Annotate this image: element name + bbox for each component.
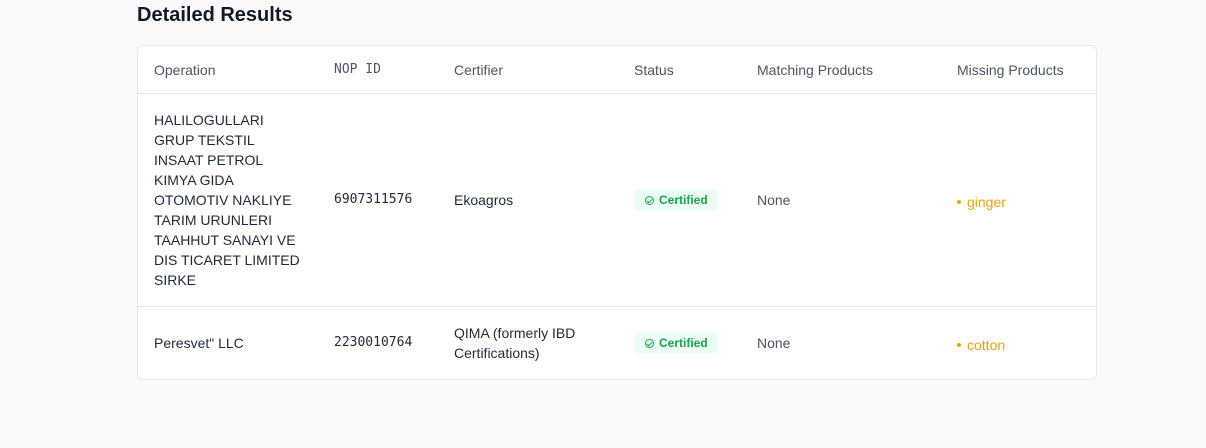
status-badge: Certified	[634, 332, 718, 354]
table-header-row: Operation NOP ID Certifier Status Matchi…	[138, 46, 1096, 94]
matching-products-cell: None	[757, 335, 791, 351]
operation-name: Peresvet" LLC	[154, 335, 244, 351]
nop-id-cell: 6907311576	[318, 93, 438, 307]
missing-product-label: cotton	[967, 336, 1006, 353]
column-header-matching-products: Matching Products	[741, 46, 941, 94]
status-cell: Certified	[618, 93, 741, 307]
missing-products-cell: ginger	[941, 93, 1096, 307]
status-badge: Certified	[634, 189, 718, 211]
certifier-name: QIMA (formerly IBD Certifications)	[454, 325, 576, 361]
check-circle-icon	[645, 195, 654, 205]
missing-product-item: cotton	[957, 335, 1005, 355]
certifier-cell: QIMA (formerly IBD Certifications)	[438, 307, 618, 380]
operation-name: HALILOGULLARI GRUP TEKSTIL INSAAT PETROL…	[154, 112, 300, 288]
certifier-cell: Ekoagros	[438, 93, 618, 307]
results-table: Operation NOP ID Certifier Status Matchi…	[138, 46, 1096, 379]
column-header-certifier: Certifier	[438, 46, 618, 94]
check-circle-icon	[645, 338, 654, 348]
operation-cell: Peresvet" LLC	[138, 307, 318, 380]
missing-products-cell: cotton	[941, 307, 1096, 380]
column-header-status: Status	[618, 46, 741, 94]
status-label: Certified	[659, 193, 708, 207]
missing-product-item: ginger	[957, 192, 1006, 212]
results-table-card: Operation NOP ID Certifier Status Matchi…	[137, 45, 1097, 380]
column-header-nop-id: NOP ID	[318, 46, 438, 94]
column-header-missing-products: Missing Products	[941, 46, 1096, 94]
status-label: Certified	[659, 336, 708, 350]
matching-products-cell: None	[741, 93, 941, 307]
table-row: Peresvet" LLC 2230010764 QIMA (formerly …	[138, 307, 1096, 380]
missing-product-label: ginger	[967, 193, 1006, 210]
column-header-operation: Operation	[138, 46, 318, 94]
bullet-icon	[957, 342, 961, 347]
operation-cell: HALILOGULLARI GRUP TEKSTIL INSAAT PETROL…	[138, 93, 318, 307]
bullet-icon	[957, 199, 961, 204]
section-title: Detailed Results	[137, 4, 293, 26]
status-cell: Certified	[618, 307, 741, 380]
table-row: HALILOGULLARI GRUP TEKSTIL INSAAT PETROL…	[138, 93, 1096, 307]
nop-id-cell: 2230010764	[334, 335, 413, 350]
